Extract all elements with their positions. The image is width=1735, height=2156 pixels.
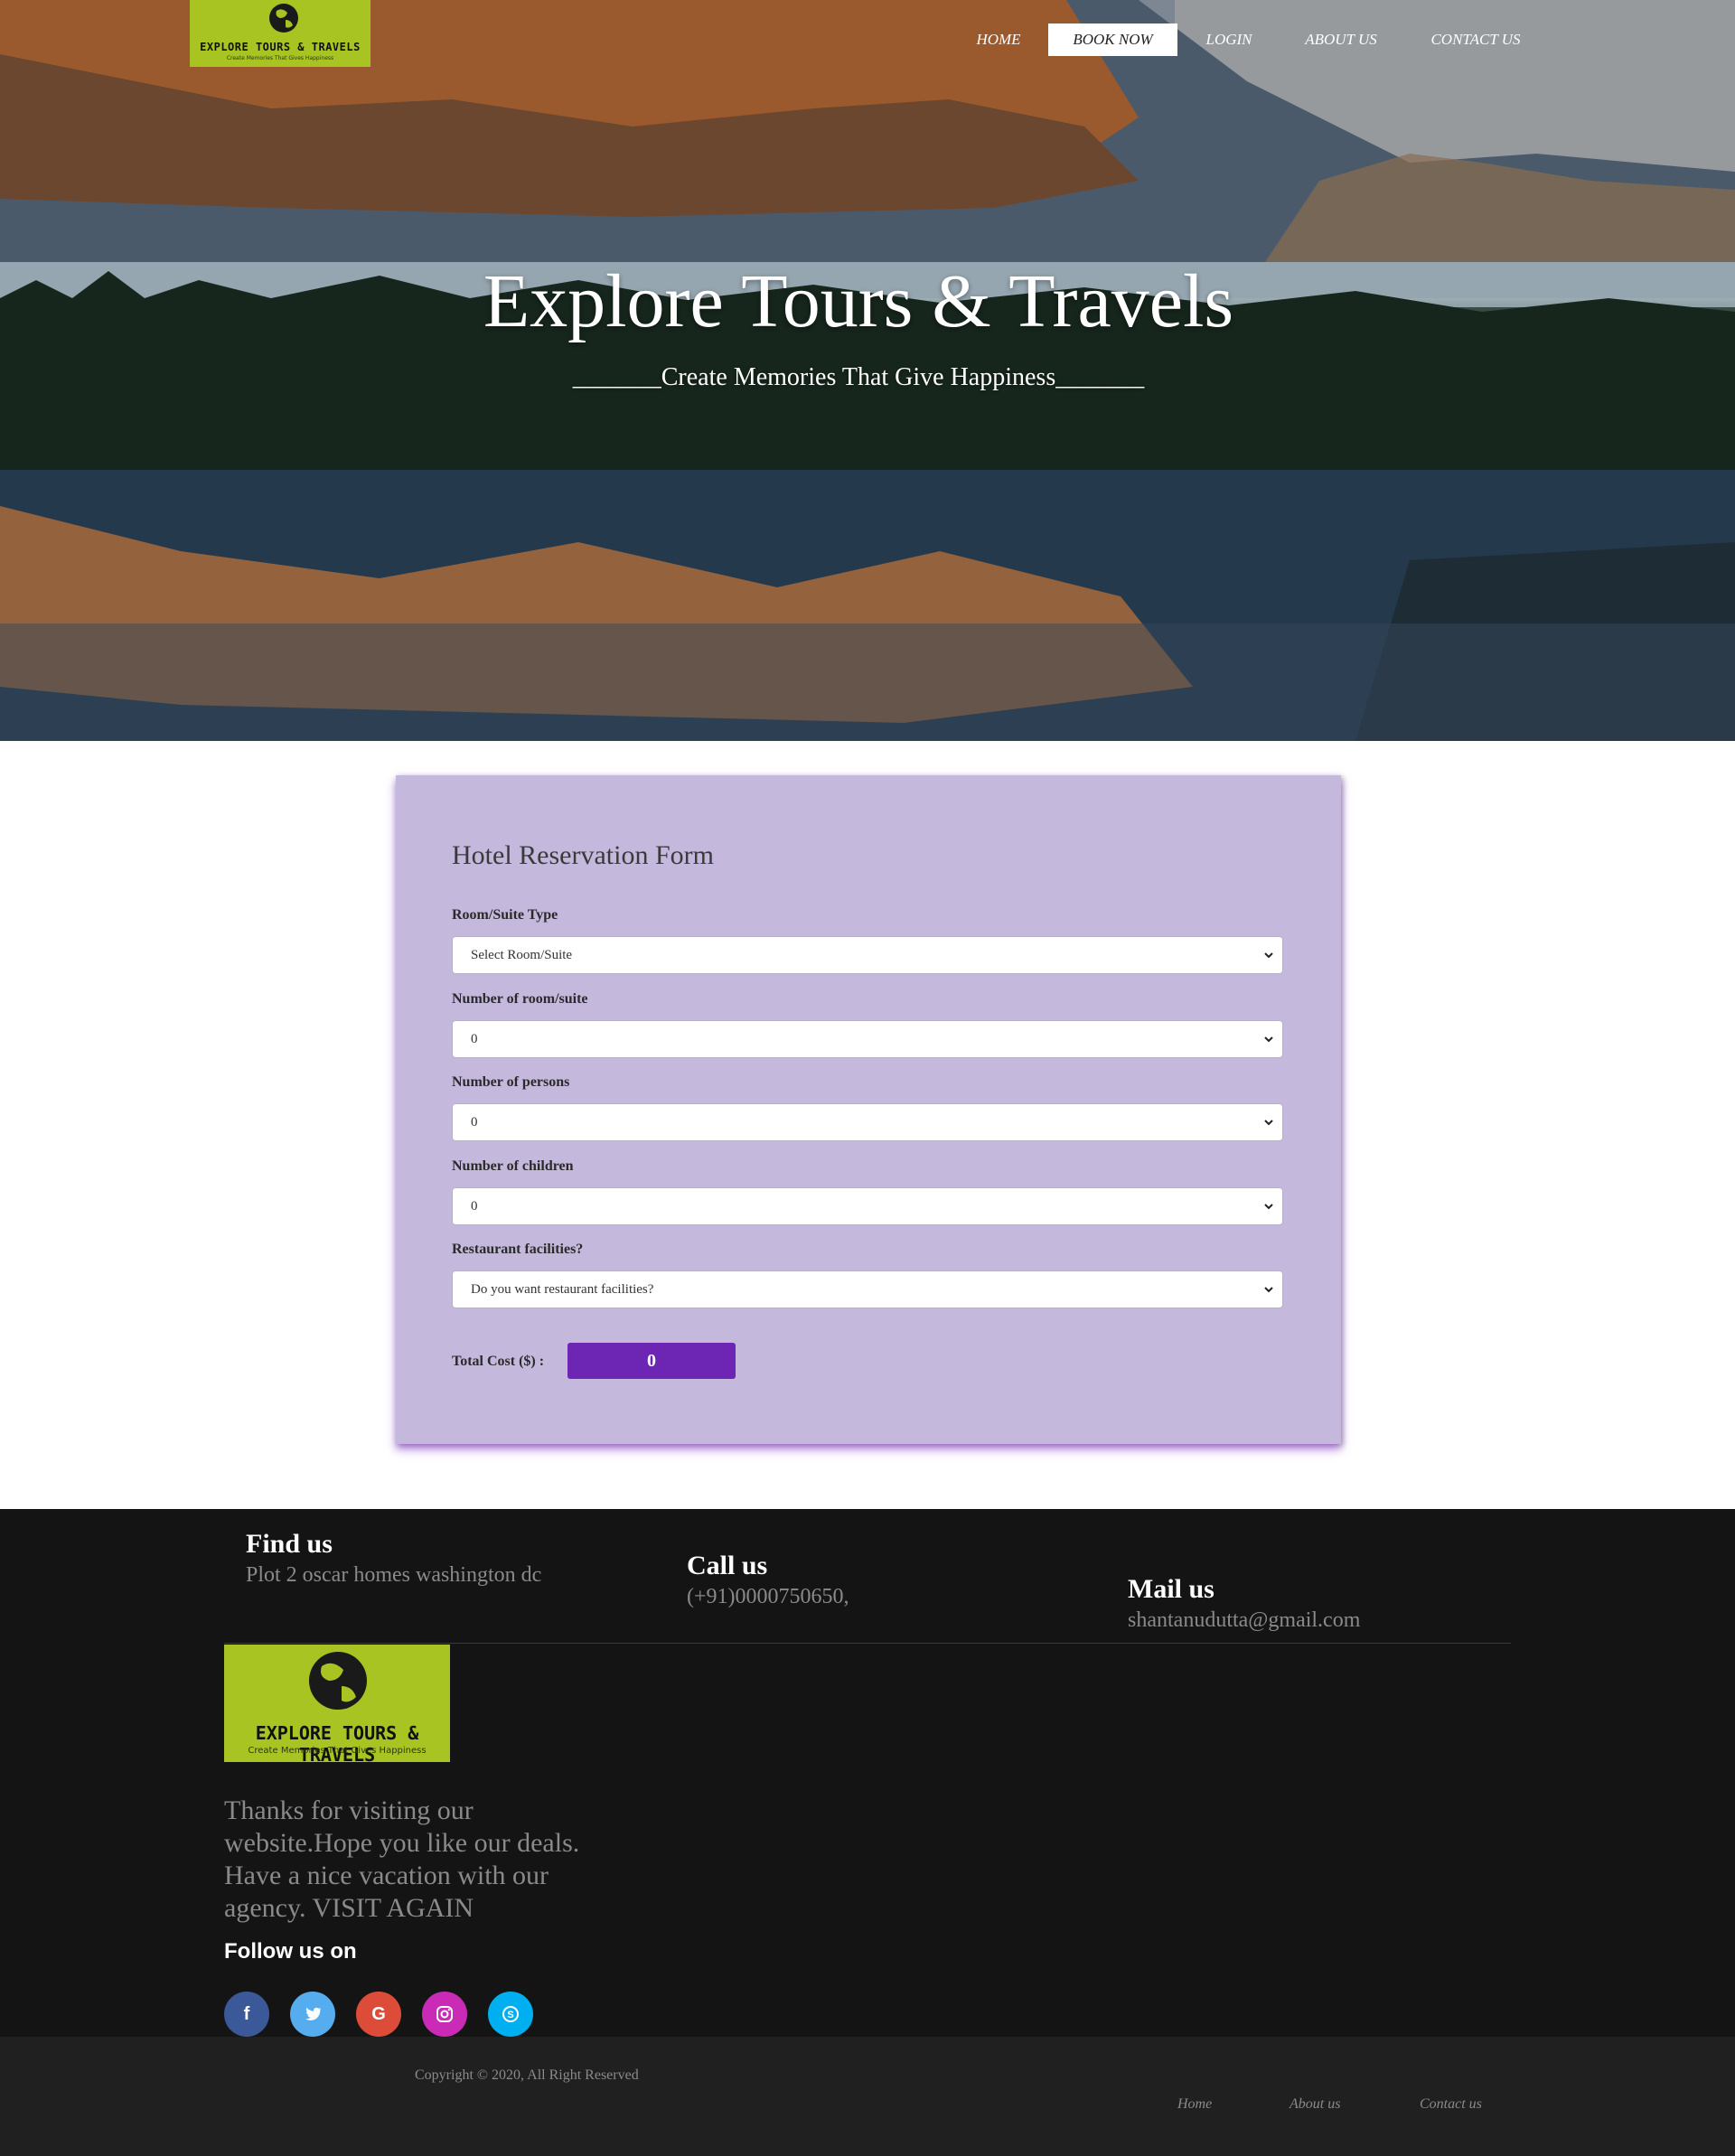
thanks-message: Thanks for visiting our website.Hope you… [224, 1795, 580, 1923]
room-type-value: Select Room/Suite [471, 948, 573, 962]
restaurant-value: Do you want restaurant facilities? [471, 1282, 654, 1297]
form-title: Hotel Reservation Form [452, 840, 714, 870]
call-us-title: Call us [687, 1551, 768, 1580]
restaurant-label: Restaurant facilities? [452, 1242, 584, 1257]
google-icon[interactable]: G [356, 1992, 401, 2037]
children-count-label: Number of children [452, 1158, 574, 1174]
find-us-block: Find us Plot 2 oscar homes washington dc [246, 1529, 541, 1588]
instagram-icon[interactable] [422, 1992, 467, 2037]
call-us-block: Call us (+91)0000750650, [687, 1551, 849, 1609]
skype-icon[interactable]: S [488, 1992, 533, 2037]
find-us-title: Find us [246, 1529, 333, 1559]
rooms-count-label: Number of room/suite [452, 991, 588, 1007]
chevron-down-icon [1264, 1287, 1273, 1293]
room-type-select[interactable]: Select Room/Suite [452, 936, 1283, 974]
nav-home[interactable]: HOME [958, 23, 1039, 56]
globe-icon [309, 1652, 367, 1710]
instagram-glyph-icon [436, 2006, 453, 2022]
brand-tagline: Create Memories That Gives Happiness [226, 55, 334, 61]
facebook-icon[interactable]: f [224, 1992, 269, 2037]
footer-link-contact[interactable]: Contact us [1420, 2096, 1482, 2113]
total-cost-label: Total Cost ($) : [452, 1354, 545, 1369]
mail-us-email[interactable]: shantanudutta@gmail.com [1128, 1608, 1360, 1633]
footer-link-about[interactable]: About us [1290, 2096, 1340, 2113]
footer-brand-name: EXPLORE TOURS & TRAVELS [255, 1722, 419, 1766]
main-nav: HOME BOOK NOW LOGIN ABOUT US CONTACT US [0, 23, 1735, 56]
copyright-bar: Copyright © 2020, All Right Reserved Hom… [0, 2037, 1735, 2156]
hero-subtitle: _______Create Memories That Give Happine… [572, 363, 1145, 391]
persons-count-label: Number of persons [452, 1074, 570, 1090]
copyright-text: Copyright © 2020, All Right Reserved [415, 2067, 639, 2083]
footer-link-home[interactable]: Home [1177, 2096, 1212, 2113]
hero-title: Explore Tours & Travels [483, 259, 1234, 343]
call-us-phone[interactable]: (+91)0000750650, [687, 1585, 849, 1609]
svg-text:S: S [507, 2010, 513, 2020]
nav-contact-us[interactable]: CONTACT US [1419, 23, 1533, 56]
chevron-down-icon [1264, 952, 1273, 959]
rooms-count-select[interactable]: 0 [452, 1020, 1283, 1058]
follow-us-heading: Follow us on [224, 1939, 357, 1964]
site-footer: Find us Plot 2 oscar homes washington dc… [0, 1509, 1735, 2037]
children-count-select[interactable]: 0 [452, 1187, 1283, 1225]
persons-count-select[interactable]: 0 [452, 1103, 1283, 1141]
mail-us-block: Mail us shantanudutta@gmail.com [1128, 1574, 1360, 1633]
hero-banner: EXPLORE TOURS & TRAVELS Create Memories … [0, 0, 1735, 741]
twitter-icon[interactable] [290, 1992, 335, 2037]
footer-divider [224, 1643, 1511, 1644]
chevron-down-icon [1264, 1120, 1273, 1126]
twitter-bird-icon [305, 2007, 322, 2020]
chevron-down-icon [1264, 1036, 1273, 1043]
footer-brand-tagline: Create Memories That Gives Happiness [248, 1746, 427, 1756]
nav-book-now[interactable]: BOOK NOW [1048, 23, 1177, 56]
chevron-down-icon [1264, 1204, 1273, 1210]
nav-login[interactable]: LOGIN [1191, 23, 1267, 56]
reservation-form: Hotel Reservation Form Room/Suite Type S… [396, 775, 1341, 1444]
room-type-label: Room/Suite Type [452, 907, 558, 923]
find-us-address: Plot 2 oscar homes washington dc [246, 1563, 542, 1587]
children-count-value: 0 [471, 1199, 478, 1214]
skype-glyph-icon: S [502, 2006, 519, 2022]
mail-us-title: Mail us [1128, 1574, 1214, 1604]
rooms-count-value: 0 [471, 1032, 478, 1046]
footer-brand-logo[interactable]: EXPLORE TOURS & TRAVELS Create Memories … [224, 1645, 450, 1766]
nav-about-us[interactable]: ABOUT US [1289, 23, 1393, 56]
total-cost-value: 0 [567, 1343, 736, 1379]
restaurant-select[interactable]: Do you want restaurant facilities? [452, 1270, 1283, 1308]
persons-count-value: 0 [471, 1115, 478, 1130]
